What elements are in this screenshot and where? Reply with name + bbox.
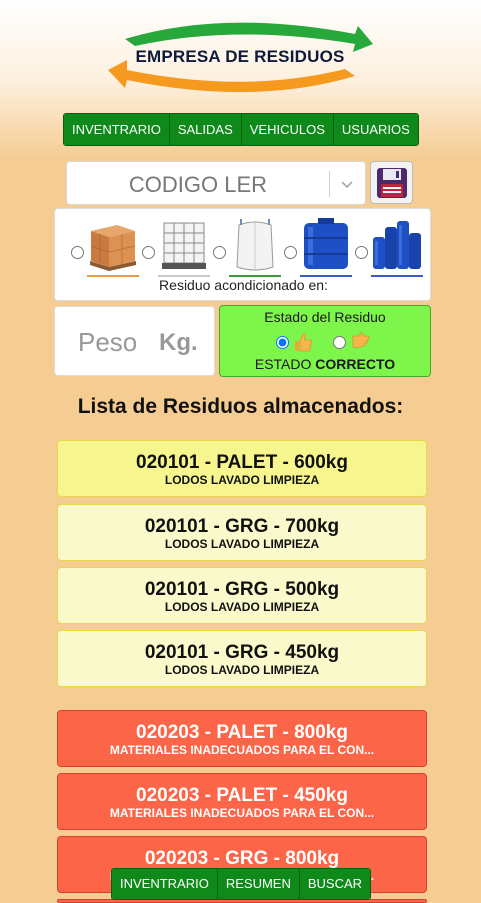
hand-pointing-icon [352, 332, 370, 349]
residuo-card-title: 020203 - PALET - 800kg [136, 722, 348, 743]
palet-boxes-icon [87, 225, 139, 277]
residuo-card-subtitle: MATERIALES INADECUADOS PARA EL CON... [109, 806, 375, 820]
residuo-card-title: 020203 - GRG - 800kg [144, 848, 340, 869]
container-caption: Residuo acondicionado en: [159, 277, 328, 293]
peso-input[interactable]: Peso Kg. [54, 306, 215, 376]
residuo-card[interactable]: 020101 - PALET - 600kg LODOS LAVADO LIMP… [57, 440, 427, 497]
thumbs-up-icon [295, 333, 312, 352]
bottom-nav: INVENTRARIO RESUMEN BUSCAR [111, 868, 372, 900]
residuo-card-subtitle: MATERIALES INADECUADOS PARA EL CON... [109, 743, 375, 757]
floppy-disk-icon [377, 168, 407, 198]
nav-inventario[interactable]: INVENTRARIO [64, 114, 170, 145]
estado-title: Estado del Residuo [264, 309, 386, 325]
peso-placeholder: Peso [78, 327, 138, 357]
radio-big-bag[interactable] [213, 246, 226, 259]
bottom-nav-buscar[interactable]: BUSCAR [299, 869, 371, 899]
nav-usuarios[interactable]: USUARIOS [333, 114, 418, 145]
save-button[interactable] [370, 161, 413, 204]
codigo-ler-placeholder: CODIGO LER [128, 172, 268, 197]
residuo-card-title: 020101 - GRG - 500kg [144, 579, 340, 600]
estado-value: CORRECTO [315, 356, 396, 372]
main-nav: INVENTRARIO SALIDAS VEHICULOS USUARIOS [63, 113, 419, 146]
residuo-card[interactable]: 020203 - PALET - 450kg MATERIALES INADEC… [57, 773, 427, 830]
residuo-card-subtitle: LODOS LAVADO LIMPIEZA [164, 473, 320, 487]
residuo-card[interactable]: 020203 - PALET - 800kg MATERIALES INADEC… [57, 710, 427, 767]
peso-unit: Kg. [159, 329, 198, 356]
chevron-down-icon[interactable] [339, 174, 355, 194]
residuo-card-title: 020101 - GRG - 450kg [144, 642, 340, 663]
residuo-card-subtitle: LODOS LAVADO LIMPIEZA [164, 663, 320, 677]
radio-palet[interactable] [71, 246, 84, 259]
radio-estado-correcto[interactable] [276, 336, 289, 349]
residuo-card-title: 020101 - PALET - 600kg [136, 452, 348, 473]
residuo-card[interactable]: 020101 - GRG - 700kg LODOS LAVADO LIMPIE… [57, 504, 427, 561]
company-logo: EMPRESA DE RESIDUOS [105, 14, 375, 104]
estado-status: ESTADO CORRECTO [220, 356, 430, 372]
company-name: EMPRESA DE RESIDUOS [135, 47, 345, 66]
radio-estado-incorrecto[interactable] [333, 336, 346, 349]
residuo-card[interactable]: 020101 - GRG - 500kg LODOS LAVADO LIMPIE… [57, 567, 427, 624]
estado-prefix: ESTADO [254, 356, 312, 372]
container-type-panel: Residuo acondicionado en: [54, 208, 431, 301]
residuo-card-title: 020203 - PALET - 450kg [136, 785, 348, 806]
codigo-ler-select[interactable]: CODIGO LER [66, 161, 366, 205]
select-separator [329, 171, 330, 197]
radio-bidon[interactable] [284, 246, 297, 259]
list-title: Lista de Residuos almacenados: [77, 395, 404, 418]
bottom-nav-inventario[interactable]: INVENTRARIO [112, 869, 218, 899]
nav-vehiculos[interactable]: VEHICULOS [241, 114, 334, 145]
residuo-card-subtitle: LODOS LAVADO LIMPIEZA [164, 600, 320, 614]
radio-grg[interactable] [142, 246, 155, 259]
residuo-card-subtitle: LODOS LAVADO LIMPIEZA [164, 537, 320, 551]
blue-drum-icon [300, 218, 352, 277]
nav-salidas[interactable]: SALIDAS [169, 114, 242, 145]
bottom-nav-resumen[interactable]: RESUMEN [217, 869, 300, 899]
radio-bidones[interactable] [355, 246, 368, 259]
big-bag-icon [229, 219, 281, 277]
blue-drums-group-icon [371, 221, 423, 277]
residuo-card-title: 020101 - GRG - 700kg [144, 516, 340, 537]
residuo-card[interactable]: 020101 - GRG - 450kg LODOS LAVADO LIMPIE… [57, 630, 427, 687]
estado-residuo-panel: Estado del Residuo ESTADO CORRECTO [219, 305, 431, 377]
grg-ibc-icon [158, 222, 210, 277]
